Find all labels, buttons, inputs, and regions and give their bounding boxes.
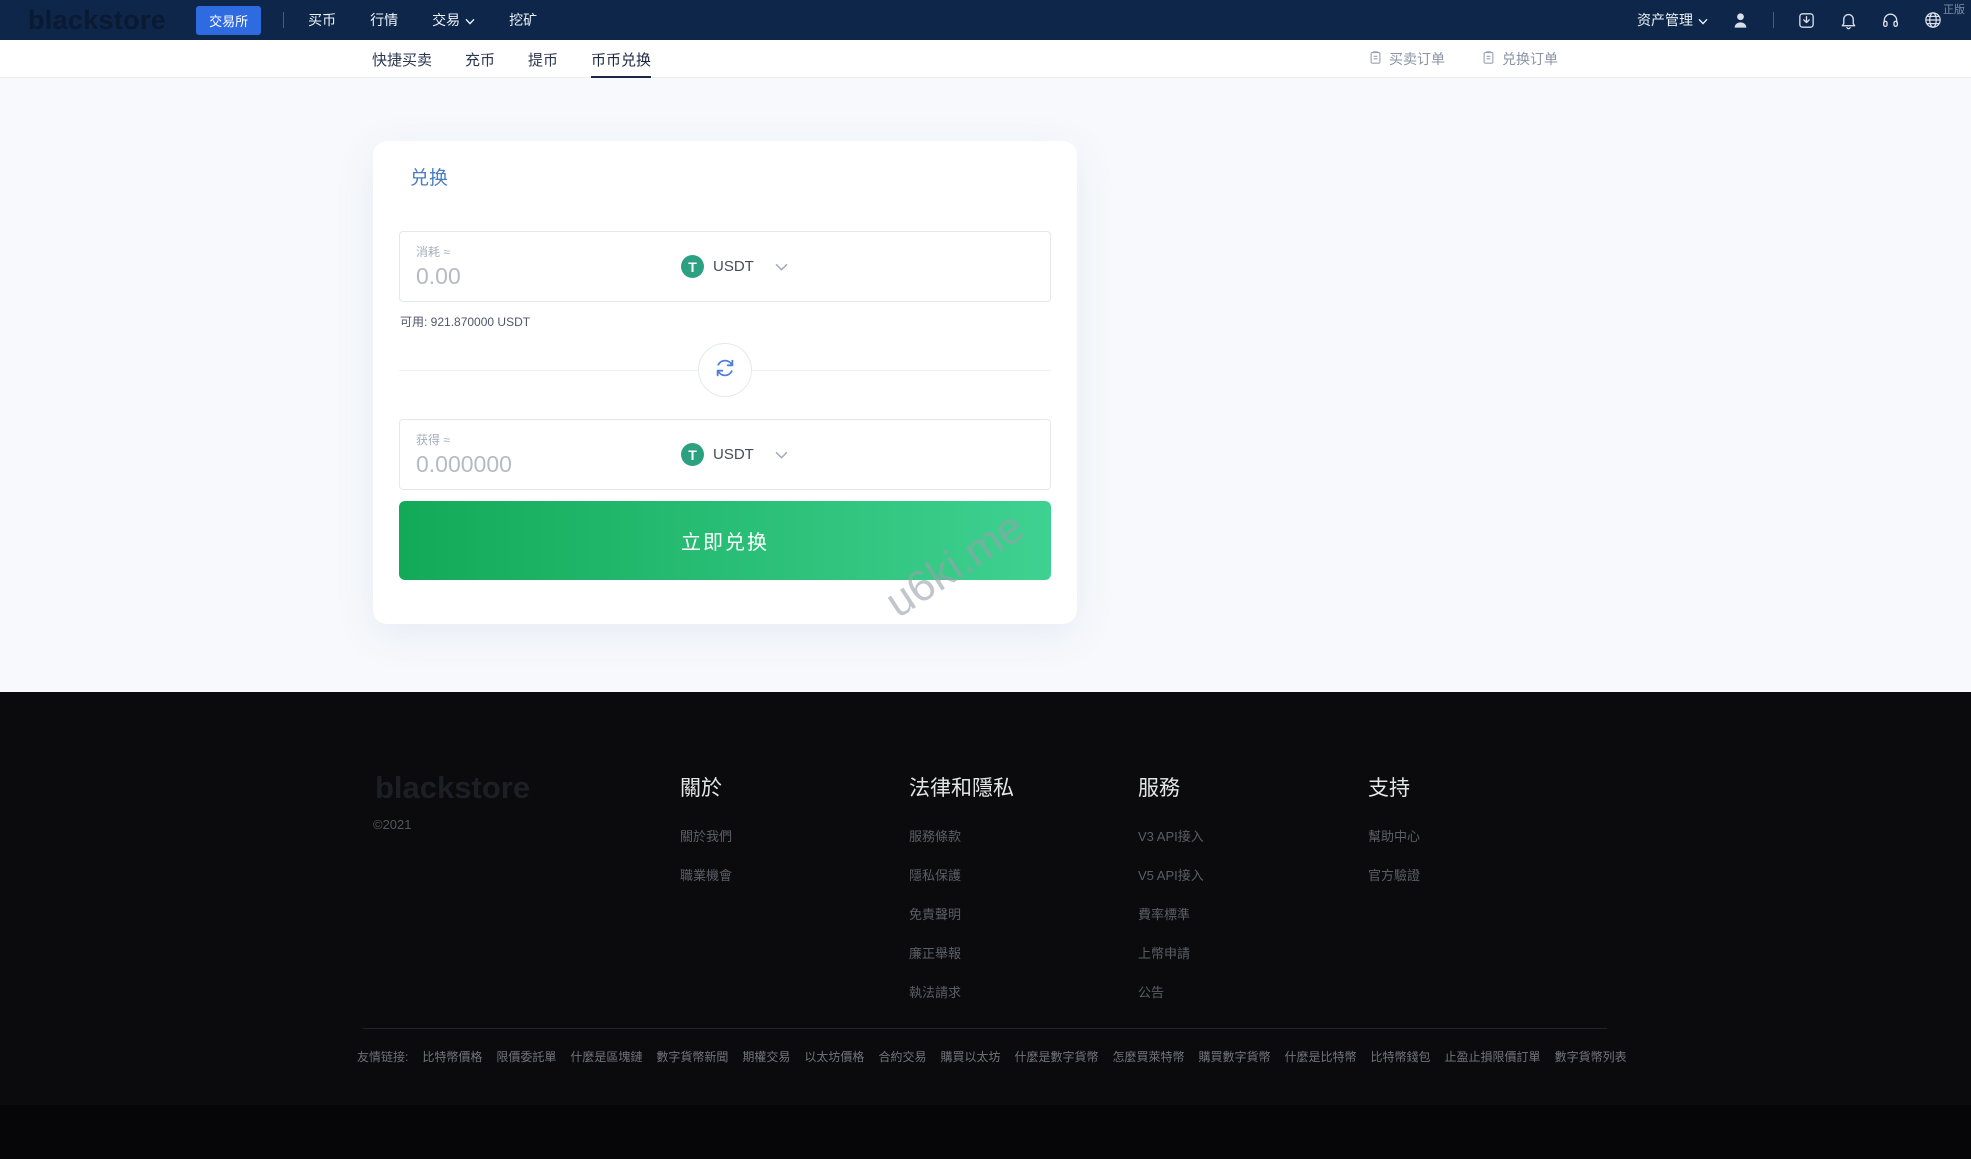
clipboard-icon bbox=[1368, 50, 1383, 68]
footer-copyright: ©2021 bbox=[373, 817, 412, 832]
friend-link[interactable]: 什麼是區塊鏈 bbox=[570, 1048, 642, 1065]
clipboard-icon bbox=[1481, 50, 1496, 68]
to-token-select[interactable]: T USDT bbox=[681, 420, 788, 489]
subnav-orders: 买卖订单 兑换订单 bbox=[1368, 40, 1558, 78]
footer: blackstore ©2021 關於 關於我們 職業機會 法律和隱私 服務條款… bbox=[0, 692, 1971, 1159]
nav-item-buy-coin[interactable]: 买币 bbox=[308, 10, 336, 30]
navbar-divider bbox=[1773, 12, 1774, 28]
from-token-select[interactable]: T USDT bbox=[681, 232, 788, 301]
footer-column-legal: 法律和隱私 服務條款 隱私保護 免責聲明 廉正舉報 執法請求 bbox=[909, 772, 1014, 1001]
friend-link[interactable]: 怎麼買萊特幣 bbox=[1112, 1048, 1184, 1065]
from-label: 消耗 ≈ bbox=[416, 243, 450, 260]
footer-divider bbox=[363, 1028, 1607, 1029]
footer-link[interactable]: 廉正舉報 bbox=[909, 943, 1014, 962]
to-token-name: USDT bbox=[713, 446, 754, 463]
chevron-down-icon bbox=[465, 12, 475, 28]
footer-column-support: 支持 幫助中心 官方驗證 bbox=[1368, 772, 1420, 884]
friend-link[interactable]: 比特幣錢包 bbox=[1371, 1048, 1431, 1065]
navbar-divider bbox=[283, 12, 284, 28]
nav-item-market[interactable]: 行情 bbox=[370, 10, 398, 30]
footer-link[interactable]: 免責聲明 bbox=[909, 904, 1014, 923]
nav-item-mining[interactable]: 挖矿 bbox=[509, 10, 537, 30]
convert-title: 兑换 bbox=[410, 163, 448, 190]
main-content: 兑换 消耗 ≈ T USDT 可用: 921.870000 USDT 获得 ≈ … bbox=[0, 78, 1971, 692]
tether-icon: T bbox=[681, 443, 704, 466]
navbar-right: 资产管理 bbox=[1637, 10, 1943, 30]
convert-orders-link[interactable]: 兑换订单 bbox=[1481, 49, 1558, 69]
footer-link[interactable]: 官方驗證 bbox=[1368, 865, 1420, 884]
to-amount-field: 获得 ≈ T USDT bbox=[399, 419, 1051, 490]
support-headset-icon[interactable] bbox=[1881, 11, 1900, 30]
from-token-name: USDT bbox=[713, 258, 754, 275]
from-amount-field: 消耗 ≈ T USDT bbox=[399, 231, 1051, 302]
language-globe-icon[interactable] bbox=[1923, 10, 1943, 30]
footer-link[interactable]: 隱私保護 bbox=[909, 865, 1014, 884]
swap-direction-button[interactable] bbox=[698, 343, 752, 397]
nav-item-trade[interactable]: 交易 bbox=[432, 10, 475, 30]
friend-link[interactable]: 購買數字貨幣 bbox=[1199, 1048, 1271, 1065]
footer-link[interactable]: 公告 bbox=[1138, 982, 1204, 1001]
friend-link[interactable]: 比特幣價格 bbox=[422, 1048, 482, 1065]
footer-link[interactable]: 執法請求 bbox=[909, 982, 1014, 1001]
footer-column-about: 關於 關於我們 職業機會 bbox=[680, 772, 732, 884]
refresh-swap-icon bbox=[712, 355, 738, 386]
navbar-links: 买币 行情 交易 挖矿 bbox=[308, 10, 537, 30]
chevron-down-icon bbox=[1698, 12, 1708, 28]
footer-bottom-strip bbox=[0, 1105, 1971, 1159]
footer-link[interactable]: 幫助中心 bbox=[1368, 826, 1420, 845]
footer-link[interactable]: 服務條款 bbox=[909, 826, 1014, 845]
footer-logo: blackstore bbox=[375, 770, 530, 806]
tab-withdraw[interactable]: 提币 bbox=[528, 40, 558, 78]
genuine-tag: 正版 bbox=[1943, 1, 1965, 17]
friend-link[interactable]: 以太坊價格 bbox=[804, 1048, 864, 1065]
friend-link[interactable]: 合約交易 bbox=[878, 1048, 926, 1065]
exchange-button[interactable]: 交易所 bbox=[196, 6, 261, 35]
convert-card: 兑换 消耗 ≈ T USDT 可用: 921.870000 USDT 获得 ≈ … bbox=[373, 141, 1077, 624]
tether-icon: T bbox=[681, 255, 704, 278]
footer-column-services: 服務 V3 API接入 V5 API接入 費率標準 上幣申請 公告 bbox=[1138, 772, 1204, 1001]
top-navbar: blackstore 交易所 买币 行情 交易 挖矿 资产管理 正 bbox=[0, 0, 1971, 40]
footer-link[interactable]: 關於我們 bbox=[680, 826, 732, 845]
tab-quick-trade[interactable]: 快捷买卖 bbox=[372, 40, 432, 78]
footer-link[interactable]: 職業機會 bbox=[680, 865, 732, 884]
friend-link[interactable]: 期權交易 bbox=[742, 1048, 790, 1065]
download-app-icon[interactable] bbox=[1797, 11, 1816, 30]
footer-link[interactable]: 費率標準 bbox=[1138, 904, 1204, 923]
chevron-down-icon bbox=[775, 451, 788, 459]
tab-deposit[interactable]: 充币 bbox=[465, 40, 495, 78]
tab-convert[interactable]: 币币兑换 bbox=[591, 40, 651, 78]
notifications-bell-icon[interactable] bbox=[1839, 11, 1858, 30]
footer-link[interactable]: 上幣申請 bbox=[1138, 943, 1204, 962]
friend-links-label: 友情链接: bbox=[357, 1048, 408, 1065]
footer-link[interactable]: V5 API接入 bbox=[1138, 865, 1204, 884]
to-amount-input[interactable] bbox=[416, 451, 646, 478]
friend-link[interactable]: 數字貨幣列表 bbox=[1555, 1048, 1627, 1065]
subnav-tabs: 快捷买卖 充币 提币 币币兑换 bbox=[372, 40, 651, 78]
sub-navbar: 快捷买卖 充币 提币 币币兑换 买卖订单 兑换订单 bbox=[0, 40, 1971, 78]
trade-orders-link[interactable]: 买卖订单 bbox=[1368, 49, 1445, 69]
available-balance: 可用: 921.870000 USDT bbox=[400, 313, 530, 330]
friend-link[interactable]: 限價委託單 bbox=[496, 1048, 556, 1065]
chevron-down-icon bbox=[775, 263, 788, 271]
to-label: 获得 ≈ bbox=[416, 431, 450, 448]
friend-link[interactable]: 購買以太坊 bbox=[940, 1048, 1000, 1065]
brand-logo: blackstore bbox=[28, 0, 166, 40]
friend-link[interactable]: 什麼是數字貨幣 bbox=[1014, 1048, 1098, 1065]
friend-link[interactable]: 數字貨幣新聞 bbox=[656, 1048, 728, 1065]
friend-links-row: 友情链接: 比特幣價格 限價委託單 什麼是區塊鏈 數字貨幣新聞 期權交易 以太坊… bbox=[357, 1048, 1627, 1065]
convert-now-button[interactable]: 立即兑换 bbox=[399, 501, 1051, 580]
user-icon[interactable] bbox=[1731, 11, 1750, 30]
friend-link[interactable]: 止盈止損限價訂單 bbox=[1445, 1048, 1541, 1065]
asset-management-menu[interactable]: 资产管理 bbox=[1637, 10, 1708, 30]
from-amount-input[interactable] bbox=[416, 263, 646, 290]
footer-link[interactable]: V3 API接入 bbox=[1138, 826, 1204, 845]
friend-link[interactable]: 什麼是比特幣 bbox=[1285, 1048, 1357, 1065]
